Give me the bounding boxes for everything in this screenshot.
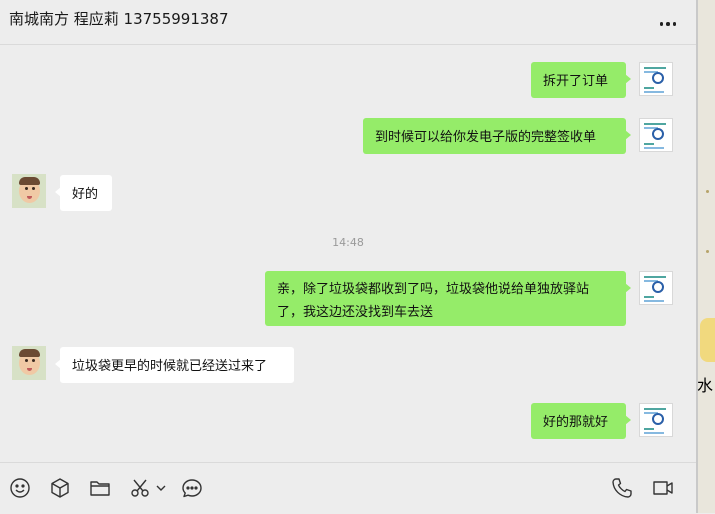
- folder-icon[interactable]: [88, 476, 112, 500]
- contact-avatar[interactable]: [12, 346, 46, 380]
- desktop-background: [696, 0, 715, 513]
- chat-bubble-icon[interactable]: [180, 476, 204, 500]
- message-text: 拆开了订单: [543, 74, 609, 89]
- message-text: 好的那就好: [543, 415, 609, 430]
- message-timestamp: 14:48: [332, 236, 364, 249]
- package-icon[interactable]: [48, 476, 72, 500]
- chevron-down-icon[interactable]: [154, 476, 168, 500]
- more-dots-icon[interactable]: [652, 12, 684, 36]
- message-bubble-self[interactable]: 亲，除了垃圾袋都收到了吗，垃圾袋他说给单独放驿站了，我这边还没找到车去送: [265, 271, 631, 326]
- emoji-icon[interactable]: [8, 476, 32, 500]
- phone-icon[interactable]: [610, 476, 634, 500]
- input-toolbar: [0, 462, 696, 514]
- message-bubble-contact[interactable]: 好的: [55, 175, 112, 211]
- message-text: 垃圾袋更早的时候就已经送过来了: [72, 359, 268, 374]
- message-bubble-self[interactable]: 到时候可以给你发电子版的完整签收单: [363, 118, 631, 154]
- self-avatar[interactable]: [639, 271, 673, 305]
- message-bubble-self[interactable]: 好的那就好: [531, 403, 631, 439]
- self-avatar[interactable]: [639, 62, 673, 96]
- self-avatar[interactable]: [639, 118, 673, 152]
- desktop-icon-label: 水电: [697, 376, 715, 395]
- video-icon[interactable]: [651, 476, 675, 500]
- chat-title: 南城南方 程应莉 13755991387: [9, 10, 229, 28]
- self-avatar[interactable]: [639, 403, 673, 437]
- chat-header: 南城南方 程应莉 13755991387: [0, 0, 696, 45]
- message-text: 到时候可以给你发电子版的完整签收单: [375, 130, 597, 145]
- desktop-icon[interactable]: [700, 318, 715, 362]
- message-bubble-self[interactable]: 拆开了订单: [531, 62, 631, 98]
- message-bubble-contact[interactable]: 垃圾袋更早的时候就已经送过来了: [55, 347, 294, 383]
- message-text: 亲，除了垃圾袋都收到了吗，垃圾袋他说给单独放驿站了，我这边还没找到车去送: [277, 282, 590, 320]
- scissors-icon[interactable]: [128, 476, 152, 500]
- message-text: 好的: [72, 187, 99, 202]
- chat-window: 南城南方 程应莉 13755991387 拆开了订单 到时候可以给你发电子版的完…: [0, 0, 696, 513]
- contact-avatar[interactable]: [12, 174, 46, 208]
